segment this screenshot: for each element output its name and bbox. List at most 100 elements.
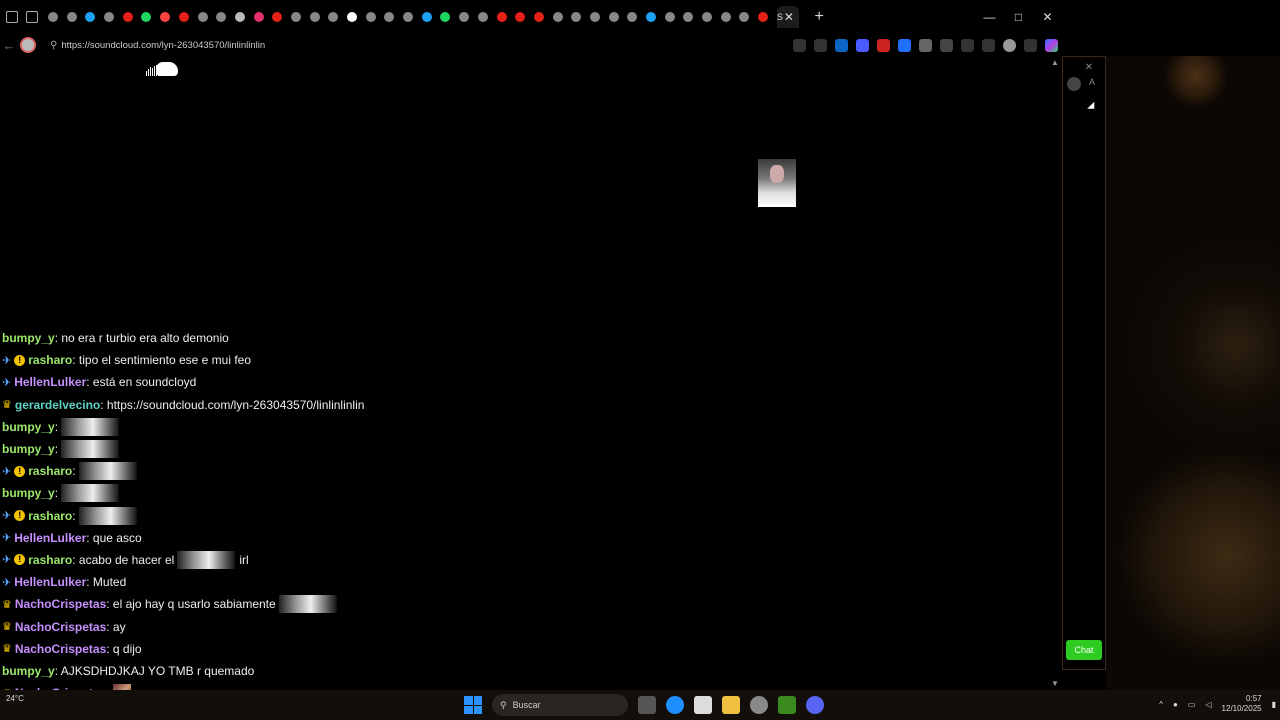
browser-tab[interactable] <box>440 6 455 28</box>
minimize-icon[interactable]: — <box>975 10 1004 24</box>
browser-tab[interactable] <box>328 6 343 28</box>
browser-tab[interactable] <box>178 6 194 28</box>
network-icon[interactable]: ▭ <box>1188 700 1196 709</box>
chat-username[interactable]: gerardelvecino <box>15 398 100 412</box>
browser-tab[interactable] <box>48 6 63 28</box>
record-extension-icon[interactable] <box>877 38 890 52</box>
site-info-icon[interactable]: ⚲ <box>50 40 57 51</box>
browser-tab[interactable] <box>197 6 213 28</box>
browser-tab[interactable] <box>290 6 306 28</box>
browser-tab[interactable] <box>122 6 138 28</box>
browser-tab[interactable] <box>66 6 82 28</box>
chat-button[interactable]: Chat <box>1066 640 1102 660</box>
browser-tab[interactable] <box>739 6 754 28</box>
browser-tab[interactable] <box>702 6 717 28</box>
file-explorer-icon[interactable] <box>722 696 740 714</box>
browser-tab[interactable] <box>589 6 605 28</box>
browser-tab[interactable] <box>234 6 250 28</box>
url-field[interactable]: https://soundcloud.com/lyn-263043570/lin… <box>61 40 265 51</box>
close-icon[interactable]: ✕ <box>1033 10 1062 24</box>
chat-username[interactable]: NachoCrispetas <box>15 597 106 611</box>
chat-username[interactable]: HellenLulker <box>14 531 86 545</box>
browser-tab[interactable] <box>571 6 586 28</box>
page-scrollbar[interactable]: ▲ ▼ <box>1048 56 1062 690</box>
browser-tab[interactable] <box>646 6 661 28</box>
browser-tab[interactable] <box>384 6 399 28</box>
active-tab[interactable]: S ✕ <box>776 6 799 28</box>
maximize-icon[interactable]: □ <box>1004 10 1033 24</box>
gray-extension-icon[interactable] <box>919 38 932 52</box>
extensions-puzzle-icon[interactable] <box>940 38 953 52</box>
weather-widget[interactable]: 24°C <box>6 694 24 703</box>
browser-tab[interactable] <box>160 6 175 28</box>
tab-close-icon[interactable]: ✕ <box>784 10 794 24</box>
browser-tab[interactable] <box>309 6 325 28</box>
chat-username[interactable]: rasharo <box>28 553 72 567</box>
browser-tab[interactable] <box>421 6 437 28</box>
edge-icon[interactable] <box>666 696 684 714</box>
browser-tab[interactable] <box>683 6 698 28</box>
chat-username[interactable]: bumpy_y <box>2 420 55 434</box>
browser-tab[interactable] <box>664 6 680 28</box>
taskbar-search[interactable]: ⚲ Buscar <box>492 694 628 716</box>
tab-actions-icon[interactable] <box>26 11 38 23</box>
chat-username[interactable]: bumpy_y <box>2 486 55 500</box>
clock[interactable]: 0:57 12/10/2025 <box>1222 694 1262 714</box>
browser-tab[interactable] <box>496 6 512 28</box>
chrome-icon[interactable] <box>750 696 768 714</box>
task-view-icon[interactable] <box>638 696 656 714</box>
browser-tab[interactable] <box>347 6 362 28</box>
browser-tab[interactable] <box>104 6 119 28</box>
browser-tab[interactable] <box>85 6 100 28</box>
browser-tab[interactable] <box>216 6 231 28</box>
audio-extension-icon[interactable] <box>856 38 869 52</box>
browser-tab[interactable] <box>533 6 549 28</box>
terminal-icon[interactable] <box>778 696 796 714</box>
more-menu-icon[interactable] <box>1024 38 1037 52</box>
browser-tab[interactable] <box>141 6 156 28</box>
discord-icon[interactable] <box>806 696 824 714</box>
profile-picture[interactable] <box>758 159 796 207</box>
notification-icon[interactable]: ▮ <box>1272 700 1276 709</box>
browser-tab[interactable] <box>515 6 530 28</box>
chat-username[interactable]: rasharo <box>28 353 72 367</box>
browser-tab[interactable] <box>627 6 642 28</box>
volume-icon[interactable]: ◁ <box>1205 700 1211 709</box>
translate-extension-icon[interactable] <box>835 38 848 52</box>
chat-username[interactable]: rasharo <box>28 509 72 523</box>
workspaces-icon[interactable] <box>6 11 18 23</box>
read-aloud-icon[interactable] <box>793 38 806 52</box>
panel-close-icon[interactable]: ✕ <box>1063 57 1105 77</box>
back-icon[interactable]: ← <box>0 38 18 53</box>
scroll-up-icon[interactable]: ▲ <box>1051 58 1059 67</box>
chat-username[interactable]: rasharo <box>28 464 72 478</box>
chat-username[interactable]: bumpy_y <box>2 442 55 456</box>
copilot-icon[interactable] <box>1045 38 1058 52</box>
chat-username[interactable]: NachoCrispetas <box>15 642 106 656</box>
browser-tab[interactable] <box>403 6 418 28</box>
favorite-star-icon[interactable] <box>814 38 827 52</box>
browser-tab[interactable] <box>720 6 736 28</box>
browser-tab[interactable] <box>365 6 381 28</box>
hide-icon[interactable] <box>1067 77 1081 91</box>
account-avatar-icon[interactable] <box>1003 38 1016 52</box>
split-screen-icon[interactable] <box>961 38 974 52</box>
browser-tab[interactable] <box>253 6 269 28</box>
browser-tab[interactable] <box>272 6 287 28</box>
store-icon[interactable] <box>694 696 712 714</box>
chat-username[interactable]: bumpy_y <box>2 664 55 678</box>
mic-icon[interactable]: ● <box>1173 700 1178 709</box>
browser-tab[interactable] <box>758 6 773 28</box>
chat-username[interactable]: NachoCrispetas <box>15 620 106 634</box>
soundcloud-logo-icon[interactable] <box>146 62 178 76</box>
blue-extension-icon[interactable] <box>898 38 911 52</box>
favorites-icon[interactable] <box>982 38 995 52</box>
browser-tab[interactable] <box>552 6 568 28</box>
start-icon[interactable] <box>464 696 482 714</box>
chat-username[interactable]: bumpy_y <box>2 331 55 345</box>
profile-avatar[interactable] <box>20 37 36 53</box>
chat-username[interactable]: HellenLulker <box>14 575 86 589</box>
chat-username[interactable]: HellenLulker <box>14 375 86 389</box>
browser-tab[interactable] <box>477 6 493 28</box>
read-aloud-icon[interactable]: A <box>1089 77 1103 91</box>
